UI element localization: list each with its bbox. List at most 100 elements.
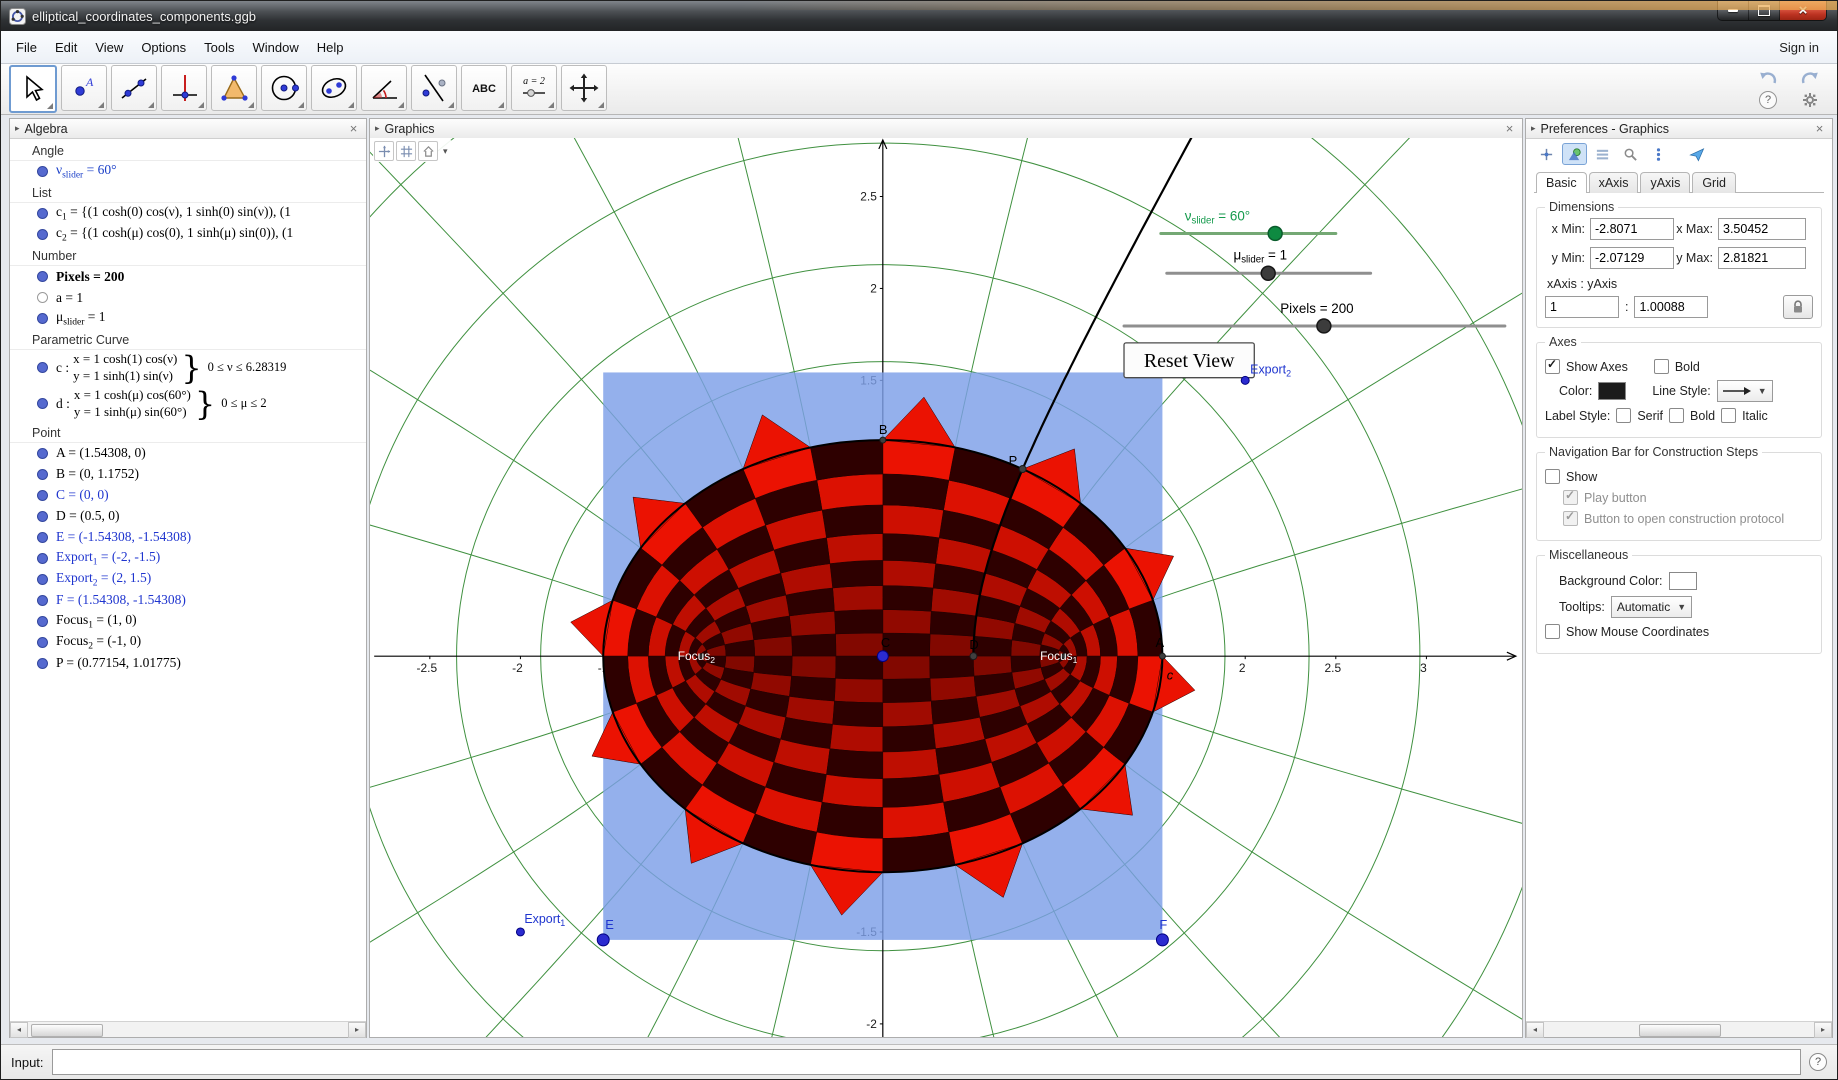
visibility-marble[interactable]: [37, 166, 48, 177]
move-graphics-tool[interactable]: [561, 65, 607, 111]
help-button[interactable]: ?: [1753, 92, 1783, 109]
reflect-tool[interactable]: [411, 65, 457, 111]
circle-tool[interactable]: [261, 65, 307, 111]
algebra-item[interactable]: Export1 = (-2, -1.5): [10, 548, 366, 569]
visibility-marble[interactable]: [37, 271, 48, 282]
tooltips-dropdown[interactable]: Automatic ▼: [1611, 596, 1692, 618]
algebra-item[interactable]: μslider = 1: [10, 308, 366, 329]
point-F[interactable]: [1156, 934, 1168, 946]
preferences-close-icon[interactable]: ×: [1812, 122, 1827, 135]
visibility-marble[interactable]: [37, 595, 48, 606]
point-E[interactable]: [597, 934, 609, 946]
ymax-input[interactable]: [1718, 247, 1806, 269]
visibility-marble[interactable]: [37, 208, 48, 219]
point-B[interactable]: [880, 437, 886, 443]
perpendicular-line-tool[interactable]: [161, 65, 207, 111]
ratio-y-input[interactable]: [1634, 296, 1708, 318]
scroll-right-icon[interactable]: ▸: [1814, 1022, 1832, 1038]
minimize-button[interactable]: [1718, 1, 1749, 20]
titlebar[interactable]: elliptical_coordinates_components.ggb ×: [1, 1, 1837, 31]
share-icon[interactable]: [1684, 143, 1709, 165]
stylebar-menu-caret[interactable]: ▾: [440, 146, 451, 157]
mouse-coordinates-checkbox[interactable]: [1545, 624, 1560, 639]
visibility-marble[interactable]: [37, 313, 48, 324]
nu-slider-knob[interactable]: [1268, 227, 1282, 241]
navbar-show-checkbox[interactable]: [1545, 469, 1560, 484]
scroll-left-icon[interactable]: ◂: [10, 1022, 28, 1038]
algebra-close-icon[interactable]: ×: [346, 122, 361, 135]
mu-slider-knob[interactable]: [1261, 266, 1275, 280]
ymin-input[interactable]: [1590, 247, 1674, 269]
polygon-tool[interactable]: [211, 65, 257, 111]
algebra-item[interactable]: c :x = 1 cosh(1) cos(ν)y = 1 sinh(1) sin…: [10, 350, 366, 386]
graphics-canvas-svg[interactable]: -2.5-2-1.5-1-0.50.511.522.53-2-1.5-1-0.5…: [370, 138, 1522, 1037]
menu-view[interactable]: View: [86, 35, 132, 60]
panel-menu-icon[interactable]: ▸: [15, 123, 20, 134]
maximize-button[interactable]: [1749, 1, 1780, 20]
pixels-slider-knob[interactable]: [1317, 319, 1331, 333]
command-input[interactable]: [52, 1049, 1801, 1075]
graphics-preferences-icon[interactable]: [1562, 143, 1587, 165]
algebra-item[interactable]: c1 = {(1 cosh(0) cos(ν), 1 sinh(0) sin(ν…: [10, 203, 366, 224]
tab-grid[interactable]: Grid: [1692, 172, 1736, 193]
tab-yaxis[interactable]: yAxis: [1640, 172, 1690, 193]
conic-tool[interactable]: [311, 65, 357, 111]
point-A[interactable]: [1159, 653, 1165, 659]
point-Export2[interactable]: [1241, 376, 1249, 384]
algebra-item[interactable]: D = (0.5, 0): [10, 506, 366, 527]
algebra-item[interactable]: C = (0, 0): [10, 485, 366, 506]
visibility-marble[interactable]: [37, 511, 48, 522]
angle-tool[interactable]: [361, 65, 407, 111]
point-tool[interactable]: A: [61, 65, 107, 111]
sign-in-button[interactable]: Sign in: [1767, 35, 1831, 60]
undo-button[interactable]: [1753, 70, 1783, 87]
axes-bold-checkbox[interactable]: [1654, 359, 1669, 374]
menu-help[interactable]: Help: [308, 35, 353, 60]
close-button[interactable]: ×: [1780, 1, 1826, 20]
tab-basic[interactable]: Basic: [1536, 172, 1587, 193]
point-P[interactable]: [1019, 466, 1026, 473]
algebra-hscrollbar[interactable]: ◂ ▸: [10, 1021, 366, 1037]
algebra-item[interactable]: Export2 = (2, 1.5): [10, 569, 366, 590]
scroll-thumb[interactable]: [1639, 1024, 1721, 1037]
lock-ratio-button[interactable]: [1783, 295, 1813, 319]
algebra-item[interactable]: P = (0.77154, 1.01775): [10, 653, 366, 674]
menu-tools[interactable]: Tools: [195, 35, 243, 60]
panel-menu-icon[interactable]: ▸: [375, 123, 380, 134]
italic-checkbox[interactable]: [1721, 408, 1736, 423]
defaults-preferences-icon[interactable]: [1618, 143, 1643, 165]
visibility-marble[interactable]: [37, 616, 48, 627]
visibility-marble[interactable]: [37, 448, 48, 459]
visibility-marble[interactable]: [37, 574, 48, 585]
algebra-item[interactable]: νslider = 60°: [10, 161, 366, 182]
algebra-item[interactable]: A = (1.54308, 0): [10, 443, 366, 464]
point-C[interactable]: [877, 651, 888, 662]
algebra-item[interactable]: Focus2 = (-1, 0): [10, 632, 366, 653]
algebra-item[interactable]: Focus1 = (1, 0): [10, 611, 366, 632]
scroll-left-icon[interactable]: ◂: [1526, 1022, 1544, 1038]
xmax-input[interactable]: [1718, 218, 1806, 240]
graphics-close-icon[interactable]: ×: [1502, 122, 1517, 135]
background-color-swatch[interactable]: [1669, 572, 1697, 590]
show-axes-toggle[interactable]: [374, 141, 394, 161]
advanced-preferences-icon[interactable]: [1646, 143, 1671, 165]
point-D[interactable]: [970, 653, 977, 660]
preferences-hscrollbar[interactable]: ◂ ▸: [1526, 1021, 1832, 1037]
algebra-item[interactable]: c2 = {(1 cosh(μ) cos(0), 1 sinh(μ) sin(0…: [10, 224, 366, 245]
visibility-marble[interactable]: [37, 490, 48, 501]
settings-button[interactable]: [1795, 92, 1825, 109]
default-view-button[interactable]: [418, 141, 438, 161]
visibility-marble[interactable]: [37, 469, 48, 480]
axes-color-swatch[interactable]: [1598, 382, 1626, 400]
visibility-marble[interactable]: [37, 229, 48, 240]
visibility-marble[interactable]: [37, 292, 48, 303]
algebra-item[interactable]: d :x = 1 cosh(μ) cos(60°)y = 1 sinh(μ) s…: [10, 386, 366, 422]
algebra-item[interactable]: B = (0, 1.1752): [10, 464, 366, 485]
objects-properties-icon[interactable]: [1534, 143, 1559, 165]
visibility-marble[interactable]: [37, 658, 48, 669]
line-tool[interactable]: [111, 65, 157, 111]
xmin-input[interactable]: [1590, 218, 1674, 240]
menu-edit[interactable]: Edit: [46, 35, 86, 60]
ratio-x-input[interactable]: [1545, 296, 1619, 318]
visibility-marble[interactable]: [37, 637, 48, 648]
